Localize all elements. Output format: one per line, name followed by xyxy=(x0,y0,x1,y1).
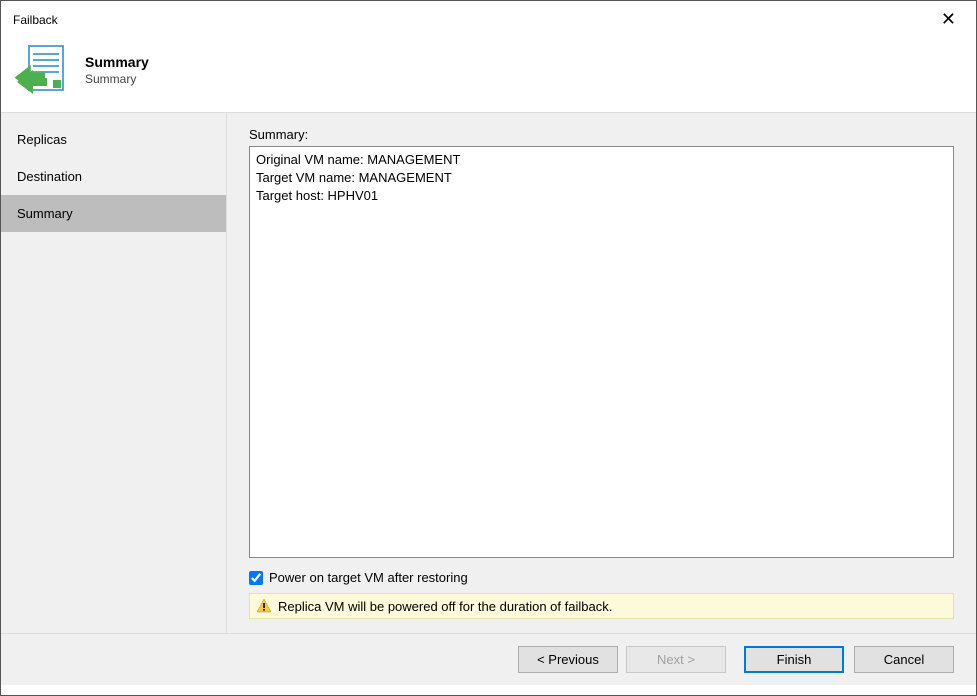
header-text: Summary Summary xyxy=(85,54,149,86)
warning-icon xyxy=(256,598,272,614)
titlebar: Failback ✕ xyxy=(1,1,976,34)
wizard-body: Replicas Destination Summary Summary: Or… xyxy=(1,113,976,633)
summary-label: Summary: xyxy=(249,127,954,142)
previous-button[interactable]: < Previous xyxy=(518,646,618,673)
warning-banner: Replica VM will be powered off for the d… xyxy=(249,593,954,619)
power-on-label: Power on target VM after restoring xyxy=(269,570,468,585)
sidebar-item-destination[interactable]: Destination xyxy=(1,158,226,195)
sidebar-item-replicas[interactable]: Replicas xyxy=(1,121,226,158)
header-title: Summary xyxy=(85,54,149,70)
sidebar-item-label: Destination xyxy=(17,169,82,184)
close-icon[interactable]: ✕ xyxy=(933,9,964,30)
cancel-button[interactable]: Cancel xyxy=(854,646,954,673)
header-subtitle: Summary xyxy=(85,72,149,86)
summary-textbox[interactable]: Original VM name: MANAGEMENT Target VM n… xyxy=(249,146,954,558)
wizard-header: Summary Summary xyxy=(1,34,976,113)
wizard-sidebar: Replicas Destination Summary xyxy=(1,113,227,633)
sidebar-item-label: Replicas xyxy=(17,132,67,147)
power-on-checkbox[interactable] xyxy=(249,571,263,585)
warning-text: Replica VM will be powered off for the d… xyxy=(278,599,612,614)
sidebar-item-summary[interactable]: Summary xyxy=(1,195,226,232)
power-on-checkbox-row[interactable]: Power on target VM after restoring xyxy=(249,570,954,585)
sidebar-item-label: Summary xyxy=(17,206,73,221)
next-button: Next > xyxy=(626,646,726,673)
window-title: Failback xyxy=(13,13,58,27)
nav-button-group: < Previous Next > xyxy=(518,646,726,673)
failback-icon xyxy=(13,42,69,98)
wizard-footer: < Previous Next > Finish Cancel xyxy=(1,633,976,685)
wizard-main: Summary: Original VM name: MANAGEMENT Ta… xyxy=(227,113,976,633)
finish-button[interactable]: Finish xyxy=(744,646,844,673)
